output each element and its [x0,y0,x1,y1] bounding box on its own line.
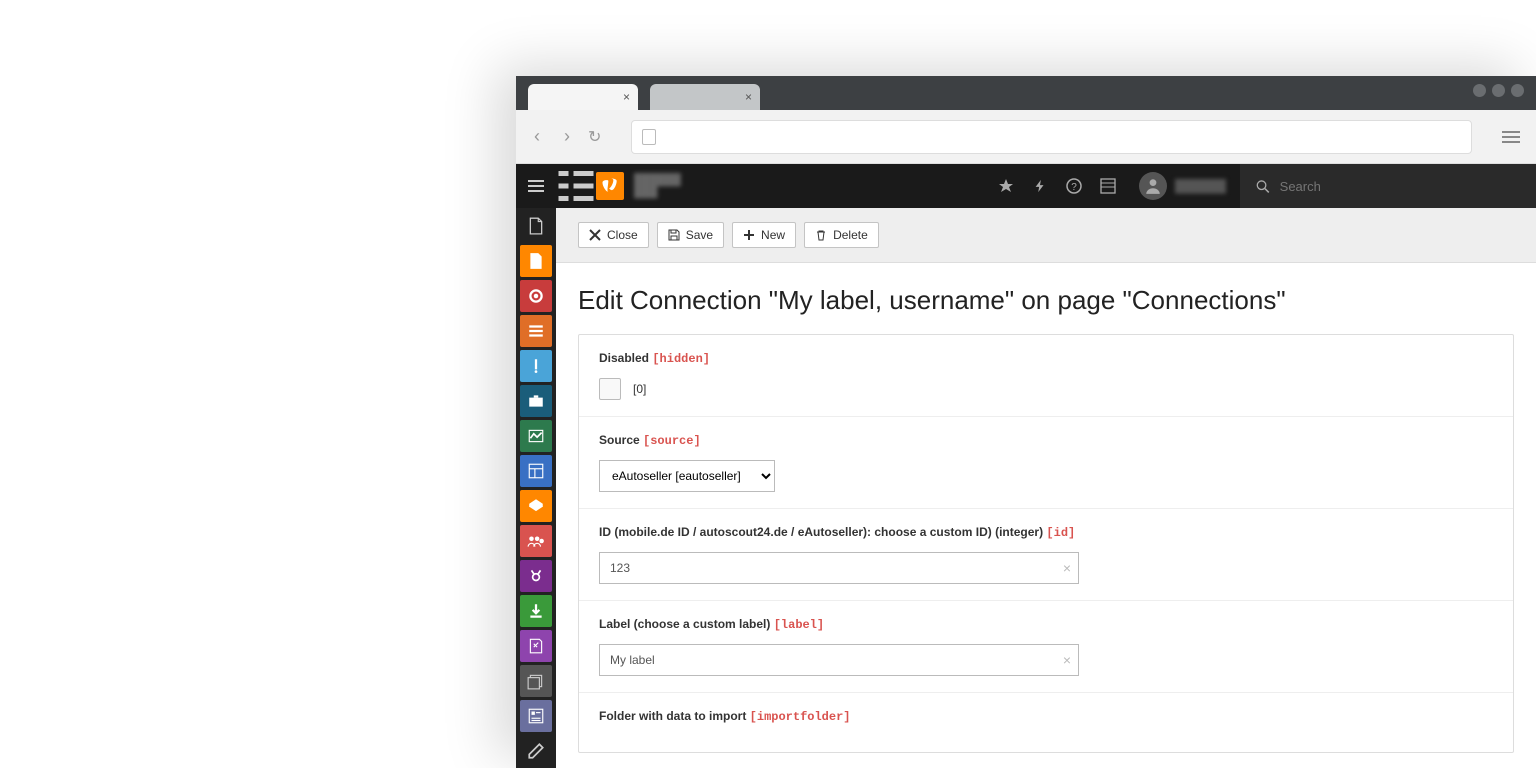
field-importfolder: Folder with data to import [importfolder… [579,693,1513,752]
delete-button[interactable]: Delete [804,222,879,248]
browser-tab-inactive[interactable]: × [650,84,760,110]
window-control-dot[interactable] [1473,84,1486,97]
close-label: Close [607,228,638,242]
save-button[interactable]: Save [657,222,724,248]
module-item[interactable] [516,523,556,558]
disabled-checkbox[interactable] [599,378,621,400]
browser-tab-active[interactable]: × [528,84,638,110]
module-item[interactable] [516,453,556,488]
module-item[interactable] [516,488,556,523]
module-item[interactable] [516,418,556,453]
file-icon [642,129,656,145]
site-title: █████████ [634,174,681,198]
avatar [1139,172,1167,200]
field-label-text: Disabled [599,351,649,365]
save-icon [668,229,680,241]
typo3-logo[interactable] [596,172,624,200]
field-label: Label (choose a custom label) [label] × [579,601,1513,693]
field-key: [source] [643,434,701,448]
field-source: Source [source] eAutoseller [eautoseller… [579,417,1513,509]
page-title: Edit Connection "My label, username" on … [556,263,1536,334]
field-id: ID (mobile.de ID / autoscout24.de / eAut… [579,509,1513,601]
user-name: ██████ [1175,179,1226,193]
help-icon[interactable]: ? [1057,164,1091,208]
back-button[interactable]: ‹ [528,126,546,147]
browser-tab-strip: × × [516,76,1536,110]
doc-header: Close Save New Delete [556,208,1536,263]
new-label: New [761,228,785,242]
url-bar[interactable] [631,120,1472,154]
forward-button[interactable]: › [558,126,576,147]
module-menu [516,208,556,768]
module-item[interactable] [516,733,556,768]
field-disabled: Disabled [hidden] [0] [579,335,1513,417]
plus-icon [743,229,755,241]
browser-menu-button[interactable] [1502,128,1520,146]
clear-input-icon[interactable]: × [1063,560,1071,576]
search-box[interactable] [1240,164,1536,208]
content-area: Close Save New Delete Edi [556,208,1536,768]
svg-text:?: ? [1071,182,1077,193]
module-item[interactable] [516,663,556,698]
window-control-dot[interactable] [1492,84,1505,97]
label-input[interactable] [599,644,1079,676]
list-icon[interactable] [1091,164,1125,208]
delete-label: Delete [833,228,868,242]
save-label: Save [686,228,713,242]
field-key: [id] [1046,526,1075,540]
field-key: [label] [774,618,824,632]
close-icon [589,229,601,241]
field-label-text: Source [599,433,640,447]
form-panel: Disabled [hidden] [0] Source [source] eA… [578,334,1514,753]
module-item[interactable] [516,313,556,348]
search-icon [1256,179,1270,194]
module-item[interactable] [516,593,556,628]
id-input[interactable] [599,552,1079,584]
module-item[interactable] [516,628,556,663]
flash-icon[interactable] [1023,164,1057,208]
pagetree-toggle[interactable] [556,166,596,206]
field-label-text: Label (choose a custom label) [599,617,770,631]
close-button[interactable]: Close [578,222,649,248]
field-key: [importfolder] [750,710,851,724]
module-menu-toggle[interactable] [516,164,556,208]
window-controls [1473,84,1524,97]
module-item[interactable] [516,243,556,278]
module-item[interactable] [516,348,556,383]
user-menu[interactable]: ██████ [1125,172,1240,200]
module-item[interactable] [516,698,556,733]
browser-window: × × ‹ › ↻ █████████ [516,76,1536,768]
window-control-dot[interactable] [1511,84,1524,97]
search-input[interactable] [1280,179,1520,194]
module-item[interactable] [516,558,556,593]
field-label-text: Folder with data to import [599,709,746,723]
module-item-page[interactable] [516,208,556,243]
tab-close-icon[interactable]: × [623,90,630,104]
trash-icon [815,229,827,241]
clear-input-icon[interactable]: × [1063,652,1071,668]
field-key: [hidden] [652,352,710,366]
module-item[interactable] [516,383,556,418]
checkbox-label: [0] [633,382,646,396]
module-item[interactable] [516,278,556,313]
refresh-button[interactable]: ↻ [588,127,601,147]
bookmark-icon[interactable] [989,164,1023,208]
new-button[interactable]: New [732,222,796,248]
browser-toolbar: ‹ › ↻ [516,110,1536,164]
field-label-text: ID (mobile.de ID / autoscout24.de / eAut… [599,525,1043,539]
tab-close-icon[interactable]: × [745,90,752,104]
app-topbar: █████████ ? ██████ [516,164,1536,208]
source-select[interactable]: eAutoseller [eautoseller] [599,460,775,492]
